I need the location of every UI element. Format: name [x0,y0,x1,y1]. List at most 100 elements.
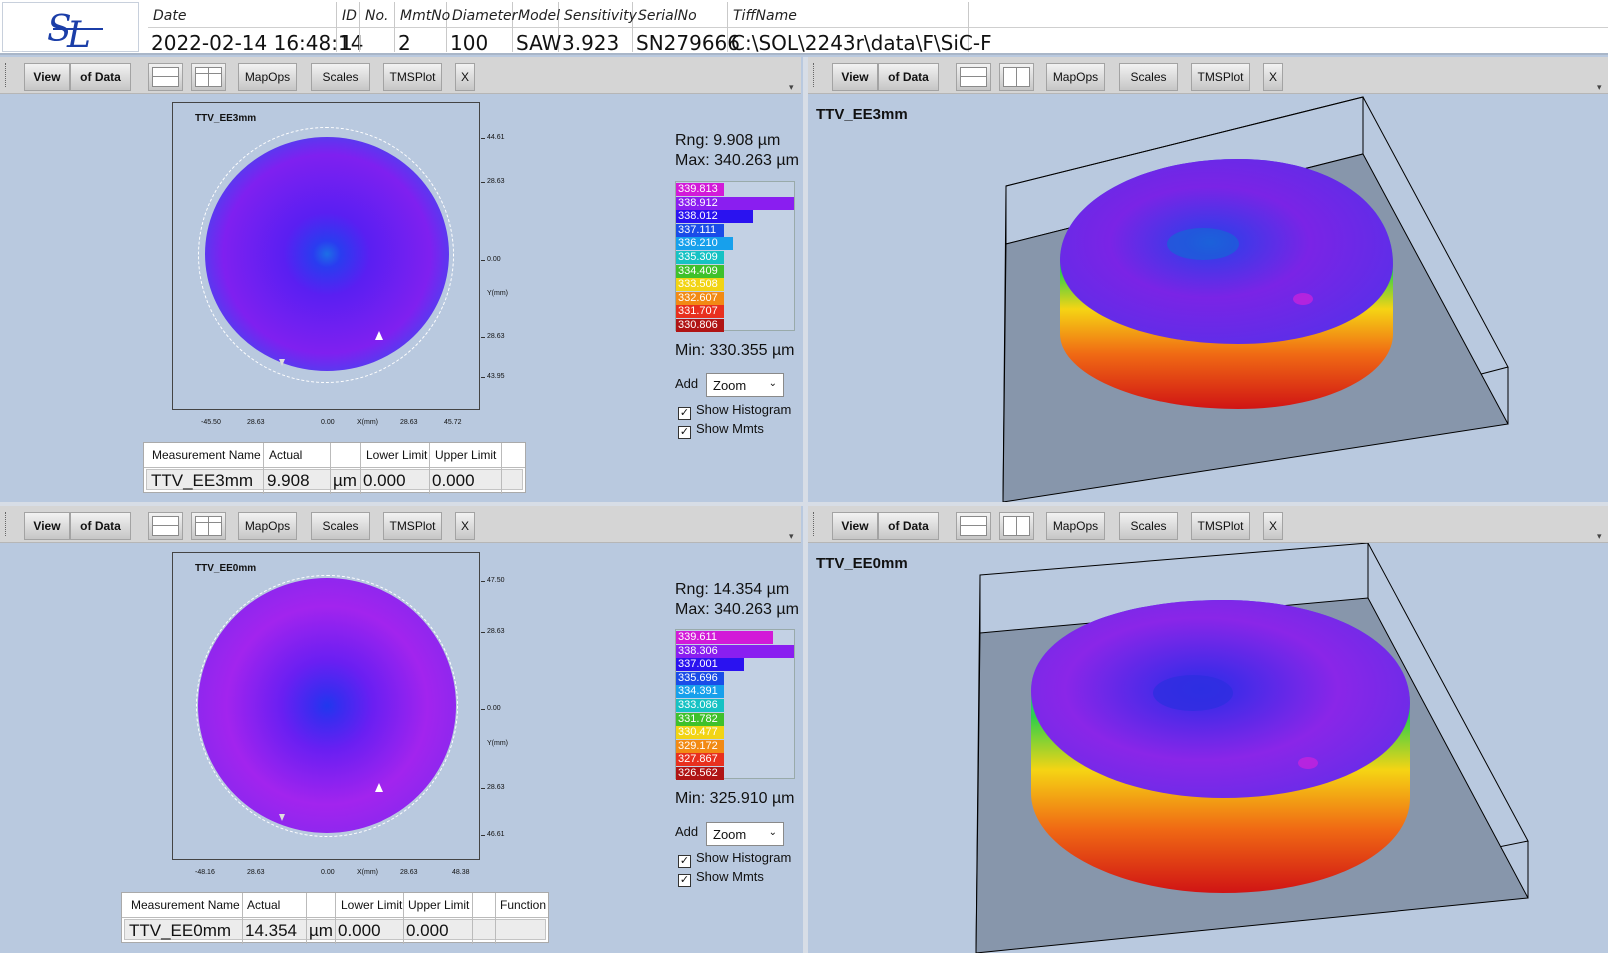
header-label: ID [342,8,357,24]
split-layout-icon [1003,67,1030,87]
x-tick: 28.63 [247,869,265,876]
show-mmts-checkbox[interactable]: ✓ Show Mmts [678,421,764,439]
scales-button[interactable]: Scales [311,512,370,540]
mapops-button[interactable]: MapOps [238,512,297,540]
view-button[interactable]: View [832,512,878,540]
table-cell[interactable]: 0.000 [338,921,381,941]
view-button[interactable]: View [24,512,70,540]
zoom-select[interactable]: Zoom ⌄ [706,822,784,846]
histogram: 339.611 338.306 337.001 335.696 334.391 333.0… [675,629,795,780]
overflow-arrow-icon[interactable]: ▾ [789,82,794,93]
histogram-bin-label: 339.611 [678,631,717,643]
overflow-arrow-icon[interactable]: ▾ [789,531,794,542]
of-data-button[interactable]: of Data [70,512,131,540]
table-cell[interactable]: µm [309,921,333,941]
histogram-bin-label: 327.867 [678,753,718,766]
vertical-splitter[interactable] [803,57,808,953]
marker-icon [375,331,383,340]
single-layout-button[interactable] [956,512,991,540]
of-data-button[interactable]: of Data [878,512,939,540]
table-cell[interactable]: 9.908 [267,471,310,491]
histogram-bin: 336.210 [676,237,733,251]
view-button[interactable]: View [24,63,70,91]
single-layout-button[interactable] [956,63,991,91]
scales-button[interactable]: Scales [1119,63,1178,91]
of-data-button[interactable]: of Data [70,63,131,91]
close-button[interactable]: X [1263,63,1283,91]
histogram-bin: 330.477 [676,726,724,740]
checkbox-label: Show Mmts [696,869,764,884]
split-layout-button[interactable] [999,63,1034,91]
table-cell[interactable]: 0.000 [432,471,475,491]
toolbar-grip[interactable] [5,512,8,536]
overflow-arrow-icon[interactable]: ▾ [1597,82,1602,93]
histogram-bin-label: 330.477 [678,726,718,739]
y-tick: 47.50 [487,577,505,584]
x-tick: -48.16 [195,869,215,876]
wafer-map[interactable]: TTV_EE3mm 44.61 28.63 0.00 Y(mm) 28.63 4… [172,102,508,410]
show-histogram-checkbox[interactable]: ✓ Show Histogram [678,850,791,868]
surface-3d-plot[interactable] [808,543,1608,953]
x-axis-label: X(mm) [357,869,378,876]
histogram-bin-label: 337.001 [678,658,718,671]
column-header: Lower Limit [341,898,403,912]
histogram-bin-label: 337.111 [678,223,717,236]
histogram-bin-label: 334.409 [678,264,718,277]
toolbar-grip[interactable] [813,512,816,536]
chevron-down-icon: ⌄ [768,378,777,389]
close-button[interactable]: X [455,512,475,540]
histogram-bin: 338.306 [676,644,794,658]
tmsplot-button[interactable]: TMSPlot [1191,63,1250,91]
histogram-bin: 335.309 [676,251,724,264]
column-header: Function [500,898,547,912]
view-button[interactable]: View [832,63,878,91]
mapops-button[interactable]: MapOps [238,63,297,91]
of-data-button[interactable]: of Data [878,63,939,91]
mapops-button[interactable]: MapOps [1046,63,1105,91]
show-mmts-checkbox[interactable]: ✓ Show Mmts [678,869,764,887]
single-layout-button[interactable] [148,512,183,540]
header-value: 2 [398,31,411,55]
scales-button[interactable]: Scales [311,63,370,91]
single-layout-button[interactable] [148,63,183,91]
table-cell[interactable]: 14.354 [245,921,297,941]
toolbar-grip[interactable] [813,63,816,87]
x-tick: 28.63 [247,419,265,426]
header-col-diameter: Diameter 100 [447,2,517,55]
show-histogram-checkbox[interactable]: ✓ Show Histogram [678,402,791,420]
tmsplot-button[interactable]: TMSPlot [383,63,442,91]
table-cell[interactable]: 0.000 [406,921,449,941]
table-cell[interactable]: TTV_EE0mm [129,921,231,941]
table-cell[interactable]: 0.000 [363,471,406,491]
toolbar-grip[interactable] [5,63,8,87]
single-layout-icon [960,516,987,536]
table-cell[interactable]: TTV_EE3mm [151,471,253,491]
zoom-select-value: Zoom [713,827,747,842]
zoom-select[interactable]: Zoom ⌄ [706,373,784,397]
x-tick: 28.63 [400,419,418,426]
histogram-bin: 327.867 [676,753,724,767]
tmsplot-button[interactable]: TMSPlot [383,512,442,540]
scales-button[interactable]: Scales [1119,512,1178,540]
histogram-bin-label: 338.012 [678,210,718,223]
histogram-bin: 332.607 [676,291,724,305]
column-header: Upper Limit [408,898,470,912]
view3d-panel-bottom: View of Data MapOps Scales TMSPlot X ▾ T… [808,506,1608,953]
single-layout-icon [960,67,987,87]
split-layout-button[interactable] [191,512,226,540]
close-button[interactable]: X [1263,512,1283,540]
histogram-bin-label: 333.508 [678,278,718,291]
tmsplot-button[interactable]: TMSPlot [1191,512,1250,540]
split-layout-button[interactable] [999,512,1034,540]
column-header: Upper Limit [435,448,497,462]
histogram-bin: 338.012 [676,210,753,224]
overflow-arrow-icon[interactable]: ▾ [1597,531,1602,542]
close-button[interactable]: X [455,63,475,91]
mapops-button[interactable]: MapOps [1046,512,1105,540]
split-layout-button[interactable] [191,63,226,91]
table-cell[interactable]: µm [333,471,357,491]
toolbar: View of Data MapOps Scales TMSPlot X ▾ [808,57,1608,94]
wafer-map[interactable]: TTV_EE0mm 47.50 28.63 0.00 Y(mm) 28.63 4… [172,552,508,860]
surface-3d-plot[interactable] [808,94,1608,502]
header-label: Sensitivity [564,8,637,24]
